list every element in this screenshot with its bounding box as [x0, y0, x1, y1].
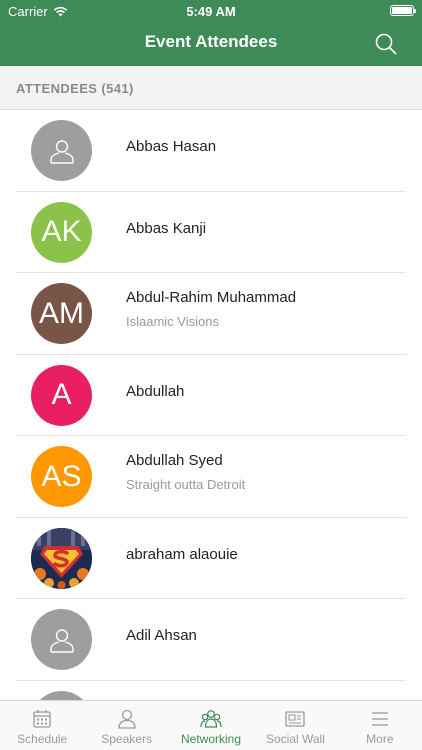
person-placeholder-icon [49, 139, 74, 164]
navigation-header: Carrier 5:49 AM Event Attendees [0, 0, 422, 66]
tab-label: Networking [181, 732, 242, 746]
attendee-name: Abdul-Rahim Muhammad [126, 289, 297, 306]
avatar: AS [31, 446, 92, 507]
attendee-name: abraham alaouie [126, 545, 238, 563]
attendee-row[interactable]: AM Abdul-Rahim Muhammad Islaamic Visions [0, 273, 422, 355]
tab-label: Speakers [101, 732, 152, 746]
attendee-subtitle: Straight outta Detroit [126, 477, 246, 492]
news-icon [285, 711, 306, 727]
status-bar: Carrier 5:49 AM [0, 0, 422, 22]
person-icon [117, 709, 136, 729]
attendee-row[interactable]: A Abdullah [0, 355, 422, 437]
attendee-name: Abbas Kanji [126, 219, 207, 237]
attendee-row[interactable]: AK Abbas Kanji [0, 192, 422, 274]
attendee-row[interactable] [0, 681, 422, 700]
attendee-row[interactable]: abraham alaouie [0, 518, 422, 600]
attendee-name: Abdullah [126, 382, 185, 400]
avatar [31, 609, 92, 670]
tab-label: Schedule [17, 732, 68, 746]
section-header: ATTENDEES (541) [0, 66, 422, 110]
page-title: Event Attendees [144, 32, 278, 51]
tab-label: More [366, 732, 394, 746]
avatar: AM [31, 283, 92, 344]
avatar-photo [31, 527, 92, 589]
attendee-subtitle: Islaamic Visions [126, 314, 219, 329]
tab-networking[interactable]: Networking [169, 701, 253, 750]
people-icon [200, 710, 222, 728]
avatar: A [31, 364, 92, 426]
attendee-row[interactable]: Abbas Hasan [0, 110, 422, 192]
attendee-row[interactable]: AS Abdullah Syed Straight outta Detroit [0, 436, 422, 518]
tab-bar: Schedule Speakers Networking Social Wall [0, 700, 422, 750]
profile-photo-image [31, 527, 92, 589]
status-time: 5:49 AM [186, 4, 236, 19]
tab-more[interactable]: More [338, 701, 422, 750]
tab-schedule[interactable]: Schedule [0, 701, 84, 750]
attendee-name: Abdullah Syed [126, 452, 223, 469]
tab-speakers[interactable]: Speakers [84, 701, 168, 750]
attendee-row[interactable]: Adil Ahsan [0, 599, 422, 681]
calendar-icon [33, 710, 51, 728]
attendee-name: Abbas Hasan [126, 138, 217, 155]
avatar [31, 690, 92, 700]
search-button[interactable] [374, 32, 398, 56]
battery-icon [390, 5, 416, 16]
attendee-list[interactable]: Abbas Hasan AK Abbas Kanji AM Abdul-Rahi… [0, 110, 422, 700]
tab-social-wall[interactable]: Social Wall [253, 701, 337, 750]
search-icon [375, 33, 397, 55]
avatar [31, 120, 92, 181]
avatar: AK [31, 201, 92, 263]
tab-label: Social Wall [265, 732, 325, 746]
attendee-name: Adil Ahsan [126, 627, 197, 644]
menu-icon [371, 712, 388, 726]
person-placeholder-icon [49, 628, 74, 653]
